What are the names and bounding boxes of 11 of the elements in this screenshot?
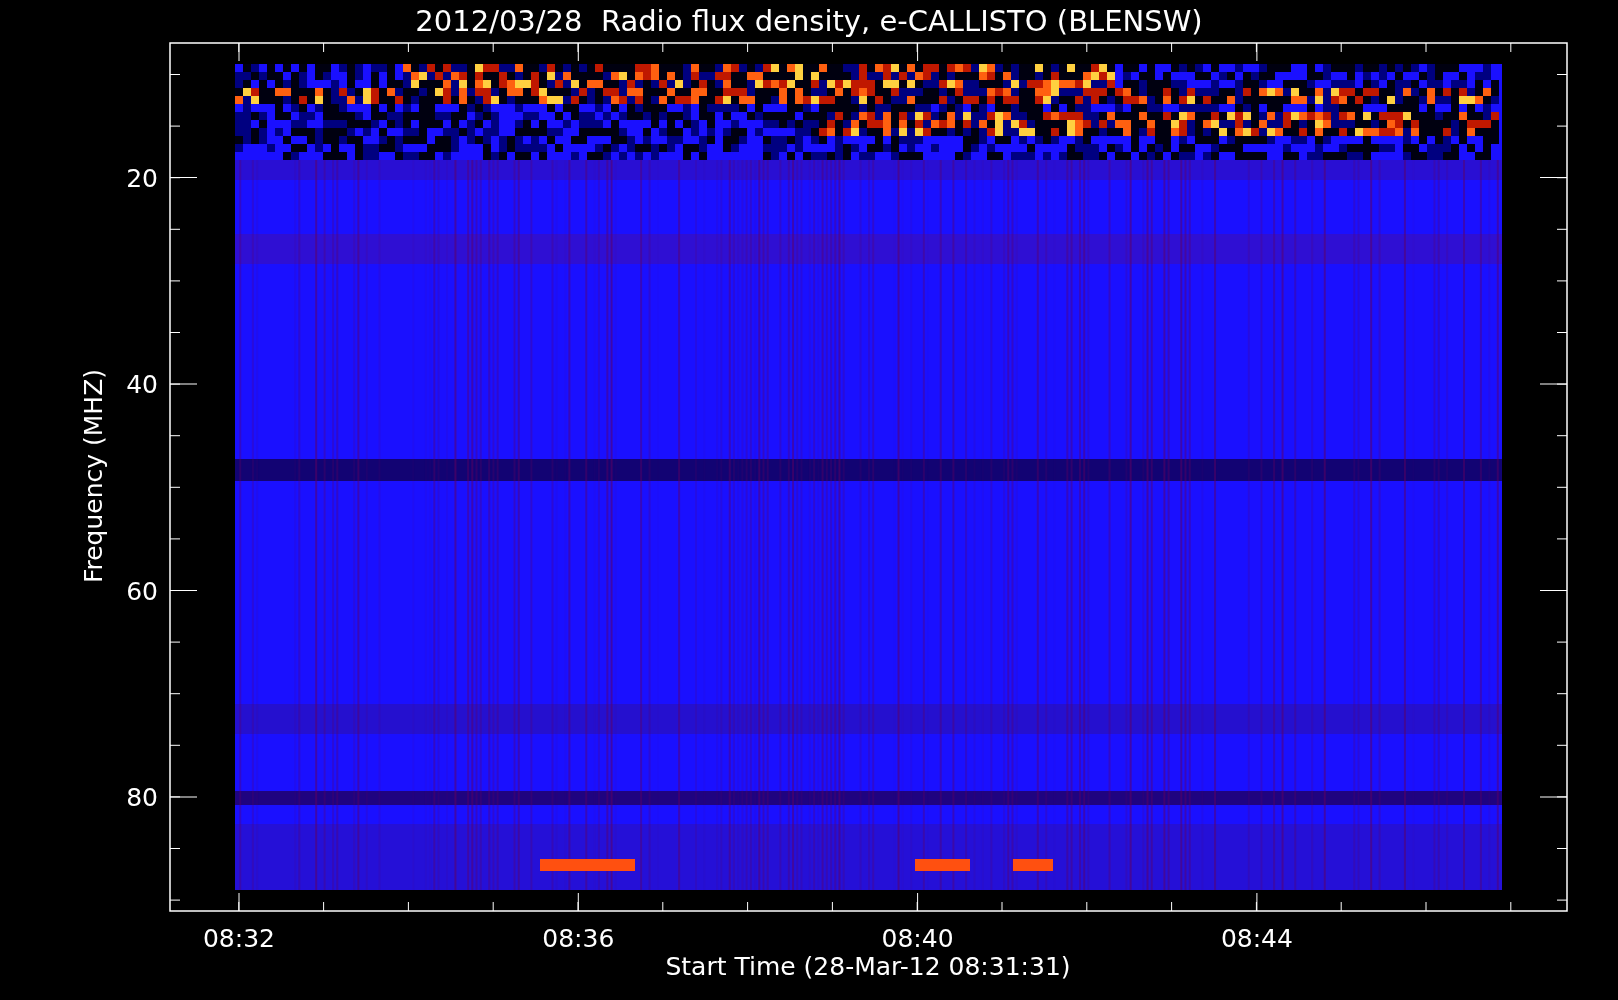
x-tick-label: 08:32 — [203, 924, 275, 953]
y-tick-label: 80 — [126, 783, 158, 812]
y-tick-label: 60 — [126, 576, 158, 606]
y-tick-label: 40 — [126, 370, 158, 399]
chart-title: 2012/03/28 Radio flux density, e-CALLISTO (BLENSW) — [415, 4, 1203, 38]
y-axis-label: Frequency (MHZ) — [79, 368, 108, 584]
x-tick-label: 08:44 — [1220, 924, 1293, 953]
x-axis-label: Start Time (28-Mar-12 08:31:31) — [665, 952, 1071, 981]
y-tick-label: 20 — [126, 163, 158, 193]
x-tick-label: 08:36 — [542, 924, 615, 953]
x-tick-label: 08:40 — [881, 924, 954, 953]
